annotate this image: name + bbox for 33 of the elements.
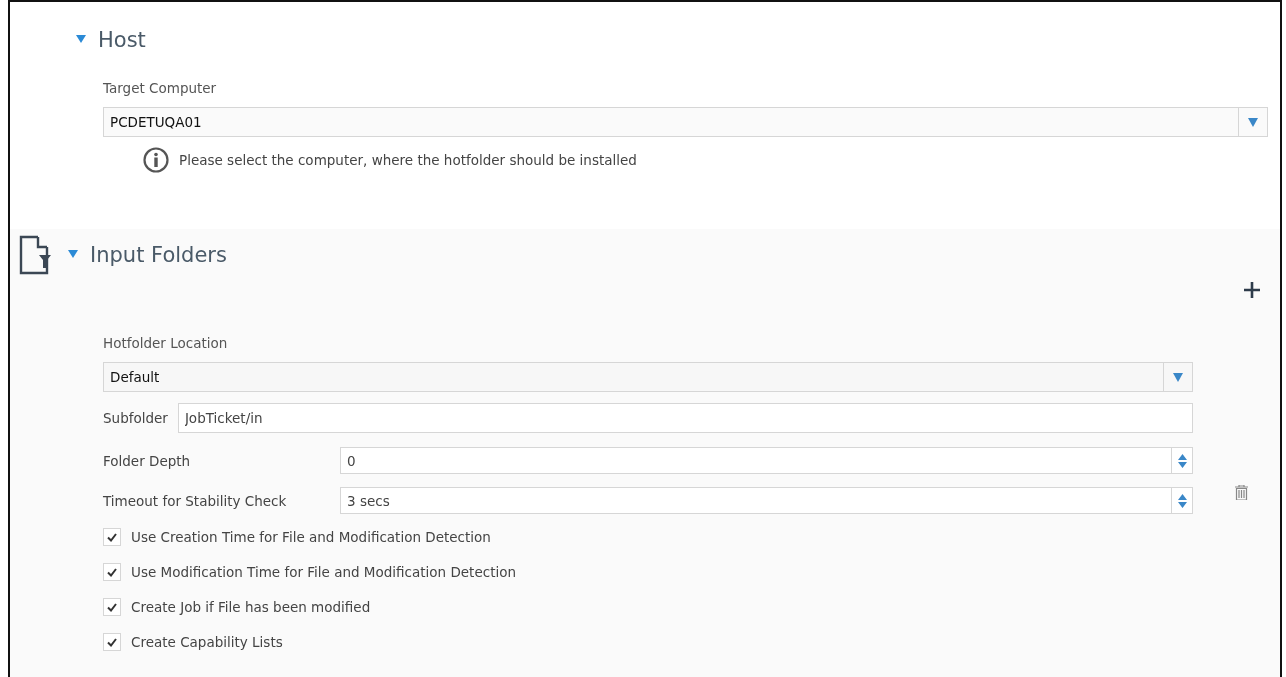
checkbox-label: Use Modification Time for File and Modification Detection: [131, 564, 516, 580]
spinner-arrows-icon: [1177, 492, 1187, 509]
section-title: Host: [98, 28, 146, 52]
folder-depth-spinbox[interactable]: 0: [340, 447, 1193, 474]
hotfolder-location-dropdown[interactable]: Default: [103, 362, 1193, 392]
field-label: Folder Depth: [103, 452, 192, 469]
checkbox[interactable]: [103, 528, 121, 546]
field-label: Timeout for Stability Check: [103, 492, 288, 509]
info-icon: [143, 147, 169, 173]
dropdown-caret-icon: [1173, 372, 1183, 382]
timeout-spinbox[interactable]: 3 secs: [340, 487, 1193, 514]
delete-icon[interactable]: [1235, 485, 1248, 500]
checkbox[interactable]: [103, 633, 121, 651]
section-title: Input Folders: [90, 243, 227, 267]
dropdown-caret-icon: [1248, 117, 1258, 127]
checkbox-label: Create Job if File has been modified: [131, 599, 371, 615]
add-button[interactable]: [1243, 281, 1261, 299]
subfolder-input[interactable]: JobTicket/in: [177, 403, 1193, 433]
checkbox-label: Create Capability Lists: [131, 634, 283, 650]
checkbox[interactable]: [103, 563, 121, 581]
checkmark-icon: [107, 602, 117, 612]
info-message: Please select the computer, where the hotfolder should be installed: [179, 152, 637, 168]
checkmark-icon: [107, 532, 117, 542]
checkbox[interactable]: [103, 598, 121, 616]
field-label: Target Computer: [103, 80, 218, 96]
checkbox-label: Use Creation Time for File and Modification Detection: [131, 529, 491, 545]
checkmark-icon: [107, 637, 117, 647]
document-filter-icon: [18, 235, 52, 275]
target-computer-dropdown[interactable]: PCDETUQA01: [103, 107, 1268, 137]
field-label: Subfolder: [103, 410, 168, 426]
field-label: Hotfolder Location: [103, 335, 229, 351]
spinner-arrows-icon: [1177, 452, 1187, 469]
checkmark-icon: [107, 567, 117, 577]
